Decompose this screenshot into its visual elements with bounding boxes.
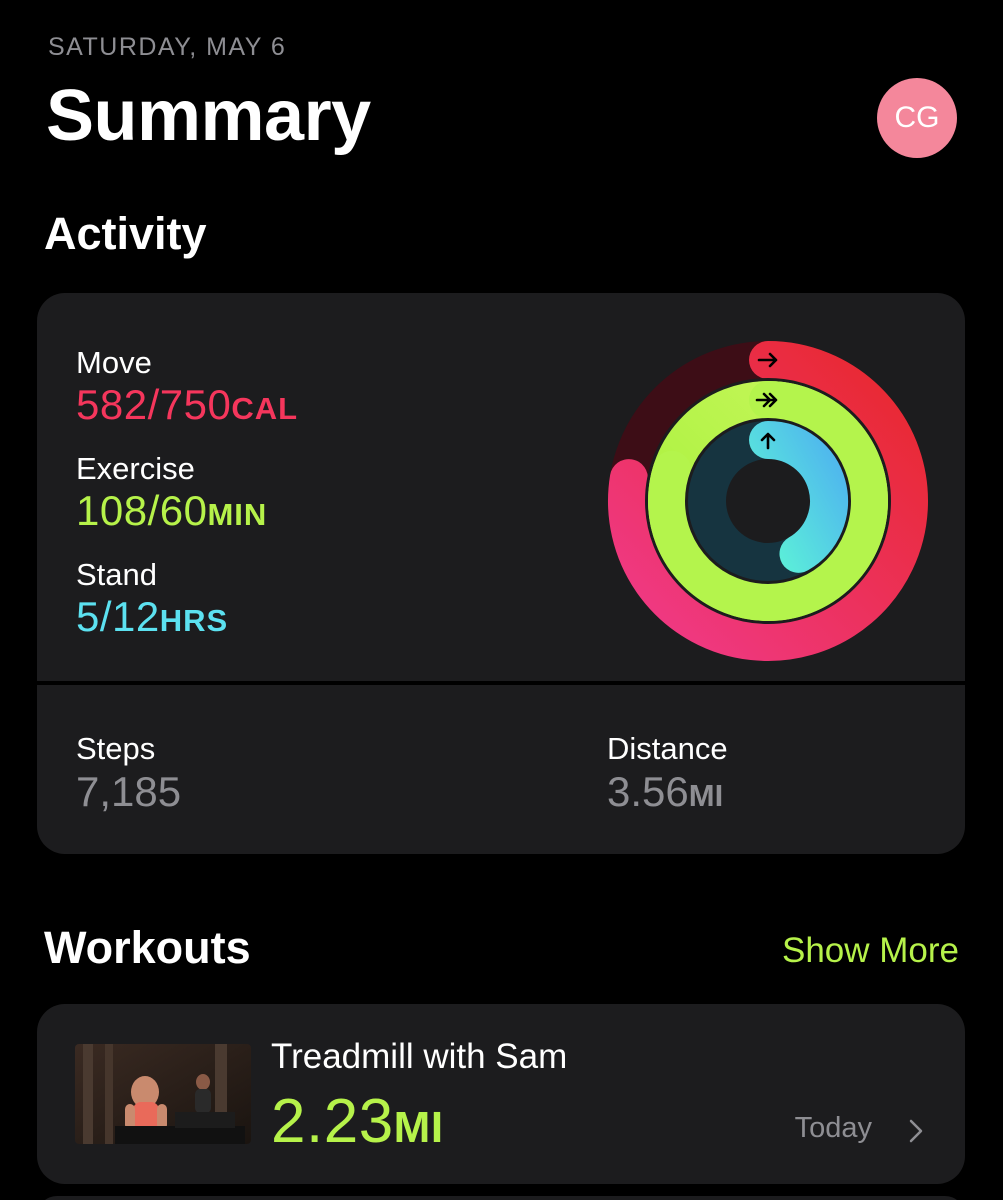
summary-screen: SATURDAY, MAY 6 Summary CG Activity Move… xyxy=(0,0,1003,1200)
show-more-link[interactable]: Show More xyxy=(782,931,959,971)
move-value: 582/750 xyxy=(76,381,232,428)
stand-label: Stand xyxy=(76,557,158,592)
stand-value: 5/12 xyxy=(76,593,160,640)
workouts-section-title: Workouts xyxy=(44,922,251,973)
chevron-right-icon xyxy=(909,1119,923,1143)
workout-distance-unit: MI xyxy=(393,1103,444,1152)
next-workout-row[interactable] xyxy=(37,1196,965,1200)
workout-thumbnail xyxy=(75,1044,251,1144)
exercise-value-group: 108/60MIN xyxy=(76,487,267,535)
exercise-unit: MIN xyxy=(207,497,268,532)
activity-section-title: Activity xyxy=(44,208,207,259)
distance-label: Distance xyxy=(607,731,728,766)
exercise-label: Exercise xyxy=(76,451,195,486)
move-label: Move xyxy=(76,345,152,380)
distance-value: 3.56 xyxy=(607,768,689,815)
page-title: Summary xyxy=(46,76,371,156)
distance-unit: MI xyxy=(688,778,724,813)
stand-value-group: 5/12HRS xyxy=(76,593,228,641)
workout-row[interactable]: Treadmill with Sam 2.23MI Today xyxy=(37,1004,965,1184)
activity-card[interactable]: Move 582/750CAL Exercise 108/60MIN Stand… xyxy=(37,293,965,854)
workout-distance-value: 2.23 xyxy=(271,1087,394,1156)
move-value-group: 582/750CAL xyxy=(76,381,298,429)
stand-ring-progress xyxy=(749,421,848,573)
move-unit: CAL xyxy=(231,391,299,426)
workout-date: Today xyxy=(794,1112,872,1144)
exercise-value: 108/60 xyxy=(76,487,208,534)
activity-rings xyxy=(608,341,928,661)
profile-avatar-button[interactable]: CG xyxy=(877,78,957,158)
card-divider xyxy=(37,681,965,685)
stand-unit: HRS xyxy=(159,603,229,638)
avatar-initials: CG xyxy=(894,101,940,134)
workout-name: Treadmill with Sam xyxy=(271,1037,568,1076)
workout-distance-group: 2.23MI xyxy=(271,1086,444,1157)
steps-label: Steps xyxy=(76,731,156,766)
steps-value: 7,185 xyxy=(76,768,182,815)
distance-value-group: 3.56MI xyxy=(607,768,723,816)
current-date: SATURDAY, MAY 6 xyxy=(48,33,287,61)
